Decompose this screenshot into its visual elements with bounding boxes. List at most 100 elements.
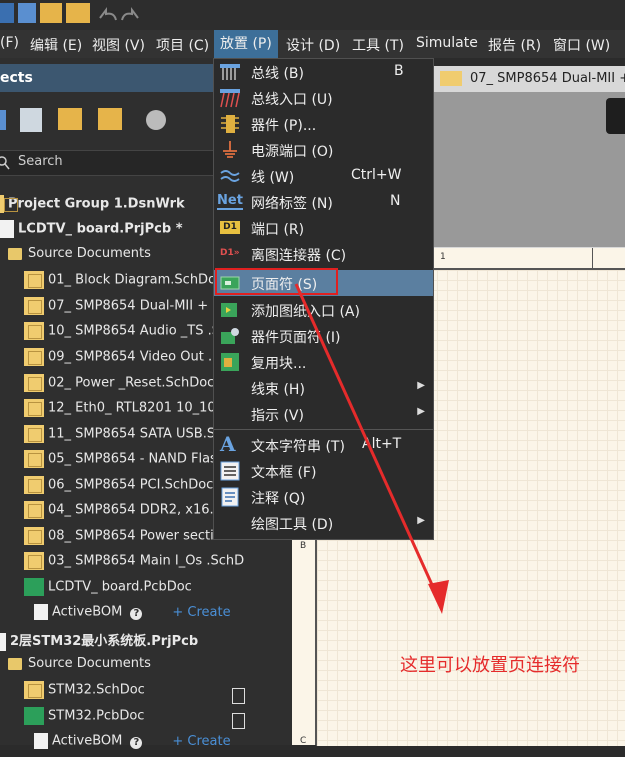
quick-access-toolbar xyxy=(0,0,625,30)
project-icon xyxy=(0,220,14,238)
tree-label: 03_ SMP8654 Main I_Os .SchD xyxy=(48,553,245,569)
schdoc-icon xyxy=(440,71,462,86)
menu-file[interactable]: (F) xyxy=(0,35,19,51)
menu-item-part[interactable]: 器件 (P)... xyxy=(214,111,433,137)
menu-window[interactable]: 窗口 (W) xyxy=(553,35,610,55)
menu-item-bus[interactable]: 总线 (B) B xyxy=(214,59,433,85)
create-link[interactable]: + Create xyxy=(172,605,230,620)
tree-doc[interactable]: 05_ SMP8654 - NAND Flas.S xyxy=(24,450,229,474)
menu-item-wire[interactable]: 线 (W) Ctrl+W xyxy=(214,163,433,189)
schdoc-icon xyxy=(24,348,44,366)
menu-design[interactable]: 设计 (D) xyxy=(286,35,340,55)
menu-bar: (F) 编辑 (E) 视图 (V) 项目 (C) 放置 (P) 设计 (D) 工… xyxy=(0,30,625,58)
tree-doc[interactable]: 01_ Block Diagram.SchDoc xyxy=(24,271,223,295)
schdoc-icon xyxy=(24,527,44,545)
menu-item-net-label[interactable]: Net 网络标签 (N) N xyxy=(214,189,433,215)
note-icon xyxy=(221,487,239,507)
menu-item-bus-entry[interactable]: 总线入口 (U) xyxy=(214,85,433,111)
panel-title: ects xyxy=(0,70,33,86)
ruler-mark: 1 xyxy=(440,252,446,262)
tree-doc[interactable]: 07_ SMP8654 Dual-MII + .S xyxy=(24,297,225,321)
tree-label: Project Group 1.DsnWrk xyxy=(8,196,185,212)
document-tab[interactable]: 07_ SMP8654 Dual-MII + xyxy=(432,66,625,92)
tab-label: 07_ SMP8654 Dual-MII + xyxy=(470,71,625,86)
tree-activebom[interactable]: ActiveBOM? + Create xyxy=(34,733,231,757)
menu-item-shortcut: B xyxy=(394,63,404,79)
menu-item-label: 总线入口 (U) xyxy=(251,92,333,108)
tree-doc[interactable]: 09_ SMP8654 Video Out .Sc xyxy=(24,348,228,372)
schdoc-icon xyxy=(24,374,44,392)
create-link[interactable]: + Create xyxy=(172,734,230,749)
menu-item-port[interactable]: D1 端口 (R) xyxy=(214,215,433,241)
tree-label: STM32.SchDoc xyxy=(48,682,145,698)
annotation-arrow xyxy=(294,283,449,614)
panel-folder-search-icon[interactable] xyxy=(58,108,82,130)
tree-doc[interactable]: 06_ SMP8654 PCI.SchDoc xyxy=(24,476,213,500)
menu-item-label: 端口 (R) xyxy=(251,222,305,238)
menu-edit[interactable]: 编辑 (E) xyxy=(30,35,82,55)
tree-label: 12_ Eth0_ RTL8201 10_10.Sc xyxy=(48,400,236,416)
tree-label: 05_ SMP8654 - NAND Flas.S xyxy=(48,451,230,467)
tree-doc[interactable]: 11_ SMP8654 SATA USB.Sch xyxy=(24,425,231,449)
reuse-block-icon xyxy=(221,353,239,371)
schdoc-icon xyxy=(24,476,44,494)
schdoc-icon xyxy=(24,271,44,289)
tree-project-lcdtv[interactable]: LCDTV_ board.PrjPcb * xyxy=(0,220,183,244)
menu-item-label: 线 (W) xyxy=(251,170,295,186)
tree-doc[interactable]: 12_ Eth0_ RTL8201 10_10.Sc xyxy=(24,399,235,423)
menu-item-power-port[interactable]: 电源端口 (O) xyxy=(214,137,433,163)
tree-label: STM32.PcbDoc xyxy=(48,708,145,724)
folder-icon xyxy=(8,247,22,260)
gear-icon[interactable] xyxy=(146,110,166,130)
schdoc-icon xyxy=(24,552,44,570)
tree-source-docs[interactable]: Source Documents xyxy=(8,656,151,680)
tree-project-stm32[interactable]: 2层STM32最小系统板.PrjPcb xyxy=(0,630,198,654)
tree-doc[interactable]: 02_ Power _Reset.SchDoc xyxy=(24,374,214,398)
tree-project-group[interactable]: Project Group 1.DsnWrk xyxy=(0,195,185,219)
menu-project[interactable]: 项目 (C) xyxy=(156,35,209,55)
tree-source-docs[interactable]: Source Documents xyxy=(8,246,151,270)
panel-save-icon[interactable] xyxy=(0,110,6,130)
tree-doc[interactable]: STM32.SchDoc xyxy=(24,681,145,705)
help-icon[interactable]: ? xyxy=(130,607,143,620)
tree-label: 11_ SMP8654 SATA USB.Sch xyxy=(48,426,231,442)
open-folder-icon[interactable] xyxy=(40,3,62,23)
filter-button[interactable] xyxy=(606,98,625,134)
tree-doc[interactable]: 10_ SMP8654 Audio _TS .Sc xyxy=(24,322,227,346)
text-string-icon: A xyxy=(220,432,236,456)
undo-redo-icon[interactable] xyxy=(96,4,142,24)
tree-doc[interactable]: 03_ SMP8654 Main I_Os .SchD xyxy=(24,552,244,576)
menu-view[interactable]: 视图 (V) xyxy=(92,35,145,55)
save-icon[interactable] xyxy=(18,3,36,23)
bus-icon xyxy=(220,64,240,80)
tree-label: Source Documents xyxy=(28,656,151,671)
panel-copy-icon[interactable] xyxy=(20,108,42,132)
connector-icon-text: D1 xyxy=(220,248,234,258)
save-all-icon[interactable] xyxy=(0,3,14,23)
help-icon[interactable]: ? xyxy=(130,736,143,749)
tree-activebom[interactable]: ActiveBOM? + Create xyxy=(34,604,231,628)
menu-item-label: 离图连接器 (C) xyxy=(251,248,347,264)
menu-tools[interactable]: 工具 (T) xyxy=(352,35,404,55)
tree-label: Source Documents xyxy=(28,246,151,261)
panel-folder-settings-icon[interactable] xyxy=(98,108,122,130)
menu-reports[interactable]: 报告 (R) xyxy=(488,35,541,55)
tree-doc-pcb[interactable]: LCDTV_ board.PcbDoc xyxy=(24,578,192,602)
net-label-icon: Net xyxy=(217,193,243,210)
new-document-icon[interactable] xyxy=(232,688,245,704)
tree-doc-pcb[interactable]: STM32.PcbDoc xyxy=(24,707,144,731)
tree-label: 2层STM32最小系统板.PrjPcb xyxy=(10,634,199,649)
schdoc-icon xyxy=(24,450,44,468)
open-project-icon[interactable] xyxy=(66,3,90,23)
tree-doc[interactable]: 04_ SMP8654 DDR2, x16.Sch xyxy=(24,501,237,525)
menu-simulate[interactable]: Simulate xyxy=(416,35,478,51)
menu-place[interactable]: 放置 (P) xyxy=(214,30,278,58)
tree-doc[interactable]: 08_ SMP8654 Power secti.Sch xyxy=(24,527,242,551)
part-icon xyxy=(221,115,239,133)
new-document-icon[interactable] xyxy=(232,713,245,729)
pcbdoc-icon xyxy=(24,707,44,725)
schdoc-icon xyxy=(24,425,44,443)
menu-item-offsheet-connector[interactable]: D1» 离图连接器 (C) xyxy=(214,241,433,267)
schdoc-icon xyxy=(24,399,44,417)
text-frame-icon xyxy=(220,461,240,481)
